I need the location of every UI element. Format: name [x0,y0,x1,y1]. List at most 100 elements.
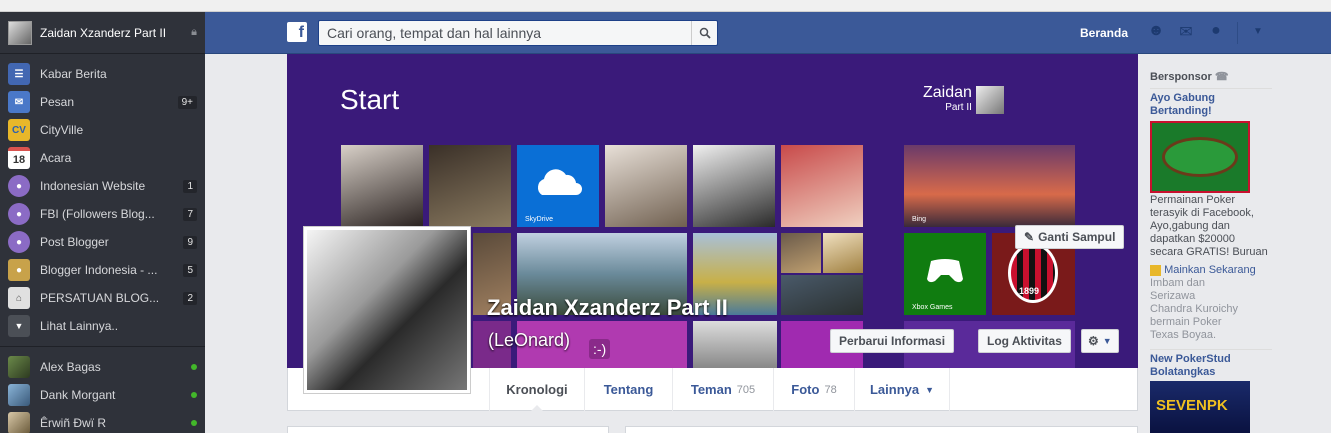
tile-label: SkyDrive [525,216,554,223]
cloud-icon [537,169,582,195]
ad-action[interactable]: Mainkan Sekarang [1150,264,1270,277]
search-button[interactable] [691,21,717,45]
photo-tile [823,233,863,273]
sidebar-item-label: Pesan [40,95,75,109]
sidebar-item-label: PERSATUAN BLOG... [40,291,160,305]
profile-name: Zaidan Xzanderz Part II [487,295,728,320]
notification-count: 9+ [177,95,197,109]
sidebar-item-events[interactable]: 18 Acara [0,144,205,172]
divider [1150,349,1272,350]
sponsored-heading: Bersponsor ☎ [1150,70,1229,83]
tab-photos[interactable]: Foto 78 [773,368,854,411]
logo-year: 1899 [1019,286,1040,296]
account-menu-chevron-icon[interactable]: ▼ [1247,26,1269,46]
content-box [625,426,1138,433]
ad-body-text: Permainan Poker terasyik di Facebook, Ay… [1150,194,1268,258]
sidebar-item-label: Kabar Berita [40,67,107,81]
avatar [8,20,32,45]
search-icon [699,27,711,39]
cover-user-label: Zaidan Part II [923,84,972,113]
notification-count: 5 [183,263,197,277]
sidebar-item-persatuan-blog[interactable]: ⌂ PERSATUAN BLOG... 2 [0,284,205,312]
sidebar-item-indonesian-website[interactable]: ● Indonesian Website 1 [0,172,205,200]
avatar [976,86,1004,114]
app-icon [1150,264,1161,276]
sidebar-item-see-more[interactable]: ▼ Lihat Lainnya.. [0,312,205,340]
sidebar-item-label: Acara [40,151,72,165]
photo-tile [781,275,863,315]
pencil-icon: ✎ [1024,230,1035,244]
ac-milan-logo: 1899 [1008,243,1058,303]
chevron-down-icon: ▼ [8,315,30,337]
sidebar-item-label: FBI (Followers Blog... [40,207,155,221]
search-box [318,20,718,46]
profile-alternate-name: (LeOnard) [488,330,571,350]
messages-icon[interactable]: ✉ [1175,22,1197,42]
sidebar-item-blogger-indonesia[interactable]: ● Blogger Indonesia - ... 5 [0,256,205,284]
update-info-button[interactable]: Perbarui Informasi [830,329,955,353]
chat-friend[interactable]: Alex Bagas [0,353,205,381]
notification-count: 2 [183,291,197,305]
group-icon: ● [8,259,30,281]
sidebar-profile-name: Zaidan Xzanderz Part II [40,25,167,40]
friend-name: Alex Bagas [40,360,101,374]
divider [0,346,205,347]
lock-icon: 🔒︎ [191,26,197,38]
settings-dropdown-button[interactable]: ⚙ ▼ [1081,329,1119,353]
ad-title[interactable]: Ayo Gabung Bertanding! [1150,92,1240,118]
content-box [287,426,609,433]
ad-title[interactable]: New PokerStud Bolatangkas [1150,353,1250,379]
online-status-icon [191,364,197,370]
online-status-icon [191,420,197,426]
sponsored-title: Bersponsor [1150,71,1212,83]
change-cover-button[interactable]: ✎ Ganti Sampul [1015,225,1125,249]
friend-requests-icon[interactable]: ☻ [1145,22,1167,42]
tab-count: 78 [824,383,837,396]
notification-count: 1 [183,179,197,193]
tab-more[interactable]: Lainnya ▼ [854,368,950,411]
profile-picture[interactable] [303,226,471,394]
news-feed-icon: ☰ [8,63,30,85]
group-icon: ● [8,203,30,225]
activity-log-button[interactable]: Log Aktivitas [978,329,1071,353]
notification-count: 9 [183,235,197,249]
facebook-logo[interactable]: f [287,22,307,42]
sidebar-item-messages[interactable]: ✉ Pesan 9+ [0,88,205,116]
photo-tile [429,145,511,227]
ad-image[interactable]: SEVENPK [1150,381,1250,433]
tab-timeline[interactable]: Kronologi [489,368,584,411]
photo-tile [341,145,423,227]
chevron-down-icon: ▼ [1102,336,1112,346]
cover-start-title: Start [340,84,400,115]
home-link[interactable]: Beranda [1080,26,1128,40]
update-info-label: Perbarui Informasi [839,334,946,348]
tab-label: Kronologi [506,382,568,397]
tab-about[interactable]: Tentang [584,368,672,411]
sidebar-item-cityville[interactable]: CV CityVille [0,116,205,144]
cover-user-first: Zaidan [923,84,972,101]
sidebar-item-fbi-followers[interactable]: ● FBI (Followers Blog... 7 [0,200,205,228]
sidebar-profile[interactable]: Zaidan Xzanderz Part II 🔒︎ [0,12,205,54]
cityville-icon: CV [8,119,30,141]
activity-log-label: Log Aktivitas [987,334,1062,348]
tab-friends[interactable]: Teman 705 [672,368,773,411]
timeline-main: Start Zaidan Part II SkyDrive Bing Xbox … [287,54,1138,433]
group-icon: ● [8,175,30,197]
ad-image[interactable] [1150,121,1250,193]
poker-table-image [1162,137,1238,177]
messages-icon: ✉ [8,91,30,113]
search-input[interactable] [319,21,691,45]
chat-friend[interactable]: Dank Morgant [0,381,205,409]
sidebar-item-label: Post Blogger [40,235,109,249]
sidebar-item-label: Blogger Indonesia - ... [40,263,158,277]
tile-label: Bing [912,216,927,223]
profile-photo [307,230,467,390]
tab-count: 705 [736,383,756,396]
notifications-globe-icon[interactable]: ● [1205,22,1227,42]
sidebar-item-label: Indonesian Website [40,179,146,193]
left-sidebar: Zaidan Xzanderz Part II 🔒︎ ☰ Kabar Berit… [0,12,205,433]
sidebar-item-post-blogger[interactable]: ● Post Blogger 9 [0,228,205,256]
sidebar-item-news-feed[interactable]: ☰ Kabar Berita [0,60,205,88]
chat-friend[interactable]: Êrwiñ Ðwï R [0,409,205,433]
group-icon: ● [8,231,30,253]
